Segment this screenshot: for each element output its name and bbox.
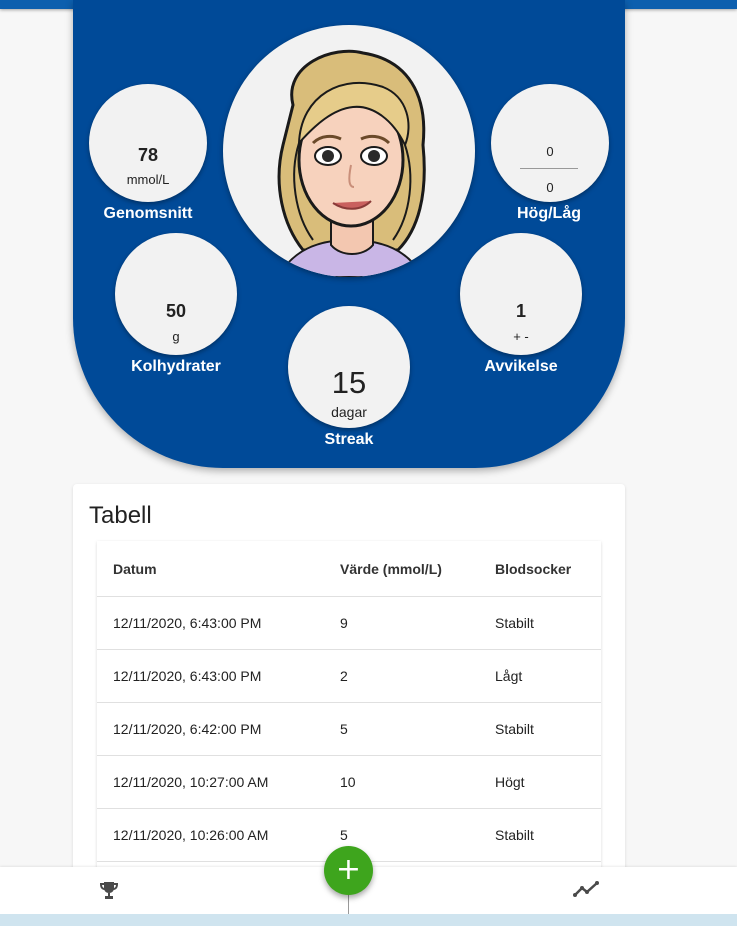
header-blood-sugar[interactable]: Blodsocker	[495, 541, 571, 596]
table-row[interactable]: 12/11/2020, 6:43:00 PM 2 Lågt	[97, 650, 601, 703]
trend-line-icon[interactable]	[573, 879, 599, 899]
fab-divider	[348, 895, 349, 914]
deviation-unit: + -	[513, 329, 529, 344]
average-label: Genomsnitt	[103, 205, 193, 222]
avatar[interactable]	[223, 25, 475, 277]
stats-panel: 78 mmol/L Genomsnitt 0 0 Hög/Låg 50 g Ko…	[73, 0, 625, 468]
cell-value: 10	[340, 774, 356, 790]
add-entry-button[interactable]: +	[324, 846, 373, 895]
cell-date: 12/11/2020, 6:43:00 PM	[113, 668, 262, 684]
carbs-label: Kolhydrater	[131, 358, 221, 375]
table-card: Tabell Datum Värde (mmol/L) Blodsocker 1…	[73, 484, 625, 884]
cell-date: 12/11/2020, 10:27:00 AM	[113, 774, 269, 790]
carbs-unit: g	[172, 329, 180, 344]
cell-value: 5	[340, 721, 348, 737]
cell-date: 12/11/2020, 6:42:00 PM	[113, 721, 262, 737]
high-value: 0	[546, 144, 554, 159]
table-row[interactable]: 12/11/2020, 10:27:00 AM 10 Högt	[97, 756, 601, 809]
low-value: 0	[546, 180, 554, 195]
deviation-value: 1	[515, 301, 526, 321]
high-low-bubble: 0 0	[491, 84, 609, 202]
deviation-label: Avvikelse	[484, 358, 558, 375]
fraction-divider	[520, 168, 578, 169]
carbs-bubble: 50 g	[115, 233, 237, 355]
average-unit: mmol/L	[126, 172, 170, 187]
cell-status: Stabilt	[495, 721, 534, 737]
cell-date: 12/11/2020, 6:43:00 PM	[113, 615, 262, 631]
table-row[interactable]: 12/11/2020, 6:42:00 PM 5 Stabilt	[97, 703, 601, 756]
average-value: 78	[137, 145, 159, 165]
avatar-illustration	[276, 49, 426, 277]
cell-value: 9	[340, 615, 348, 631]
cell-status: Högt	[495, 774, 525, 790]
trophy-icon[interactable]	[98, 879, 120, 901]
header-value[interactable]: Värde (mmol/L)	[340, 541, 442, 596]
streak-bubble: 15 dagar	[288, 306, 410, 428]
high-low-label: Hög/Låg	[517, 205, 581, 222]
table-row[interactable]: 12/11/2020, 6:43:00 PM 9 Stabilt	[97, 597, 601, 650]
carbs-value: 50	[165, 301, 187, 321]
table-title: Tabell	[89, 502, 152, 529]
readings-table: Datum Värde (mmol/L) Blodsocker 12/11/20…	[97, 541, 601, 884]
streak-label: Streak	[324, 431, 374, 448]
cell-status: Stabilt	[495, 615, 534, 631]
average-bubble: 78 mmol/L	[89, 84, 207, 202]
cell-status: Lågt	[495, 668, 523, 684]
header-date[interactable]: Datum	[113, 541, 157, 596]
plus-icon: +	[335, 852, 362, 887]
streak-unit: dagar	[331, 404, 367, 420]
table-header-row: Datum Värde (mmol/L) Blodsocker	[97, 541, 601, 597]
cell-date: 12/11/2020, 10:26:00 AM	[113, 827, 269, 843]
streak-value: 15	[331, 365, 367, 400]
cell-status: Stabilt	[495, 827, 534, 843]
bottom-strip	[0, 914, 737, 926]
cell-value: 2	[340, 668, 348, 684]
trophy-icon-graphic	[99, 882, 119, 899]
deviation-bubble: 1 + -	[460, 233, 582, 355]
trend-line-icon-graphic	[573, 881, 599, 897]
